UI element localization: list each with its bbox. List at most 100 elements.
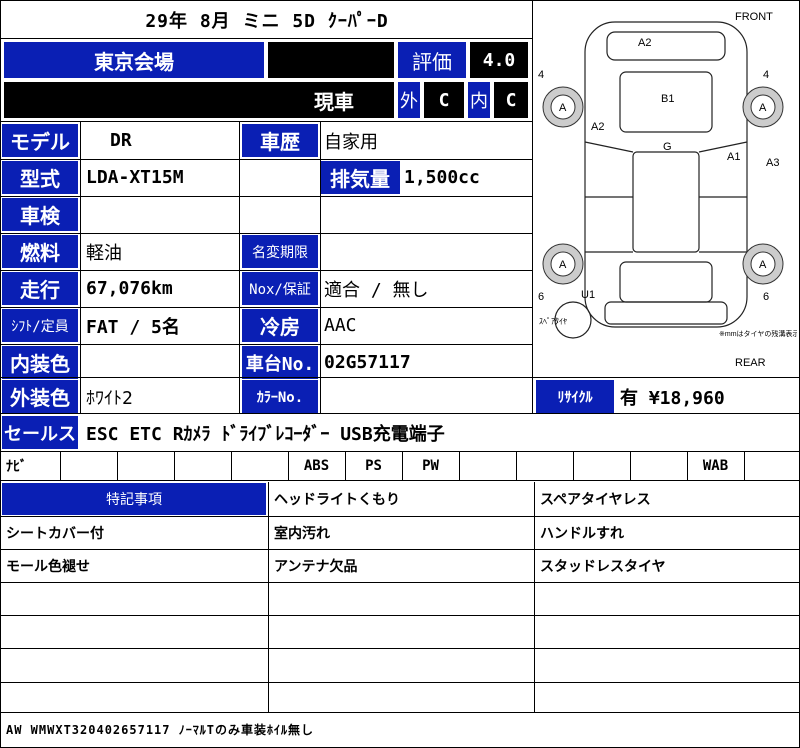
genshya-bar: 現車 xyxy=(4,82,394,118)
recycle-label: ﾘｻｲｸﾙ xyxy=(536,380,614,413)
equipment-cell xyxy=(117,452,174,480)
shift-label: ｼﾌﾄ/定員 xyxy=(2,309,78,342)
type-label: 型式 xyxy=(2,161,78,194)
spare-label: ｽﾍﾟｱﾀｲﾔ xyxy=(539,317,567,326)
note-item xyxy=(6,582,264,615)
num-4-right: 4 xyxy=(763,69,769,81)
wheel-mark: A xyxy=(759,259,767,271)
mark-a3: A3 xyxy=(766,157,779,169)
type-value: LDA-XT15M xyxy=(86,167,184,188)
car-title: 29年 8月 ミニ 5D ｸｰﾊﾟｰD xyxy=(145,11,389,32)
sales-value: ESC ETC Rｶﾒﾗ ﾄﾞﾗｲﾌﾞﾚｺｰﾀﾞｰ USB充電端子 xyxy=(86,423,445,445)
equipment-cell: ﾅﾋﾞ xyxy=(6,459,27,475)
equipment-cell: ABS xyxy=(303,458,330,474)
note-item xyxy=(6,615,264,648)
fuel-value: 軽油 xyxy=(86,242,122,264)
note-item: ハンドルすれ xyxy=(540,525,624,542)
model-label: モデル xyxy=(2,124,78,157)
exterior-label: 外装色 xyxy=(2,380,78,413)
aircon-value: AAC xyxy=(324,315,357,336)
num-6-right: 6 xyxy=(763,291,769,303)
note-item: 室内汚れ xyxy=(274,525,330,542)
mark-a2-left: A2 xyxy=(591,121,604,133)
nox-label: Nox/保証 xyxy=(242,272,318,305)
inspection-value xyxy=(86,198,526,231)
interior-label: 内装色 xyxy=(2,346,78,379)
note-item xyxy=(6,648,264,682)
equipment-cell xyxy=(60,452,117,480)
rear-label: REAR xyxy=(735,357,766,369)
equipment-cell xyxy=(231,452,288,480)
genshya-label: 現車 xyxy=(314,89,354,114)
car-outline xyxy=(584,21,748,328)
front-label: FRONT xyxy=(735,11,773,23)
fuel-label: 燃料 xyxy=(2,235,78,268)
equipment-cell xyxy=(459,452,516,480)
note-item xyxy=(540,648,796,682)
nai-value: C xyxy=(494,82,528,118)
mark-u1: U1 xyxy=(581,289,595,301)
interior-value xyxy=(86,346,236,379)
displacement-label: 排気量 xyxy=(320,161,400,194)
note-item xyxy=(540,582,796,615)
wheel-mark: A xyxy=(559,102,567,114)
name-change-label: 名変期限 xyxy=(242,235,318,268)
tread-note: ※mmはタイヤの残溝表示です xyxy=(719,329,797,338)
mark-a2-top: A2 xyxy=(638,37,651,49)
equipment-cell xyxy=(516,452,573,480)
displacement-value: 1,500cc xyxy=(404,167,480,188)
footer-note: AW WMWXT320402657117 ﾉｰﾏﾙTのみ車装ﾎｲﾙ無し xyxy=(6,722,314,737)
note-item: モール色褪せ xyxy=(6,558,90,575)
note-item: スペアタイヤレス xyxy=(540,492,651,508)
sales-label: セールス xyxy=(2,416,78,449)
exterior-value: ﾎﾜｲﾄ2 xyxy=(86,387,133,409)
mark-a1: A1 xyxy=(727,151,740,163)
mark-b1: B1 xyxy=(661,93,674,105)
equipment-cell xyxy=(744,452,800,480)
history-label: 車歴 xyxy=(242,124,318,157)
history-value: 自家用 xyxy=(324,131,378,153)
equipment-cell: PW xyxy=(422,458,439,474)
equipment-cell xyxy=(573,452,630,480)
note-item xyxy=(540,615,796,648)
num-4-left: 4 xyxy=(538,69,544,81)
chassis-label: 車台No. xyxy=(242,346,318,379)
equipment-cell: WAB xyxy=(702,458,729,474)
venue-blank xyxy=(268,42,394,78)
name-change-value xyxy=(324,235,524,268)
equipment-cell xyxy=(174,452,231,480)
equipment-row: ﾅﾋﾞ ABS PS PW WAB xyxy=(0,452,800,480)
recycle-value: 有 ¥18,960 xyxy=(620,387,725,409)
note-item: アンテナ欠品 xyxy=(274,558,358,575)
wheel-mark: A xyxy=(559,259,567,271)
wheel-mark: A xyxy=(759,102,767,114)
note-item: スタッドレスタイヤ xyxy=(540,558,666,575)
mileage-label: 走行 xyxy=(2,272,78,305)
equipment-cell: PS xyxy=(365,458,382,474)
color-no-value xyxy=(324,380,532,413)
equipment-cell xyxy=(630,452,687,480)
aircon-label: 冷房 xyxy=(242,309,318,342)
notes-grid: ヘッドライトくもり スペアタイヤレスシートカバー付 室内汚れ ハンドルすれモール色褪せ… xyxy=(0,482,800,712)
color-no-label: ｶﾗｰNo. xyxy=(242,380,318,413)
mark-g: G xyxy=(663,141,672,153)
note-item xyxy=(274,648,530,682)
inspection-label: 車検 xyxy=(2,198,78,231)
model-value: DR xyxy=(110,130,132,151)
venue-name: 東京会場 xyxy=(4,42,264,78)
chassis-value: 02G57117 xyxy=(324,352,411,373)
rating-label: 評価 xyxy=(398,42,466,78)
rating-value: 4.0 xyxy=(470,42,528,78)
num-6-left: 6 xyxy=(538,291,544,303)
shift-value: FAT / 5名 xyxy=(86,316,180,338)
note-item xyxy=(274,615,530,648)
nai-label: 内 xyxy=(468,82,490,118)
gai-value: C xyxy=(424,82,464,118)
note-item xyxy=(274,582,530,615)
damage-diagram: A A A A FRONT REAR 4 4 6 6 A2 B1 A2 G A1 A3… xyxy=(535,2,800,374)
nox-value: 適合 / 無し xyxy=(324,279,429,301)
mileage-value: 67,076km xyxy=(86,278,173,299)
note-item: シートカバー付 xyxy=(6,525,104,542)
car-diagram-svg: A A A A FRONT REAR 4 4 6 6 A2 B1 A2 G A1 A3… xyxy=(538,11,800,369)
note-item: ヘッドライトくもり xyxy=(274,492,400,508)
